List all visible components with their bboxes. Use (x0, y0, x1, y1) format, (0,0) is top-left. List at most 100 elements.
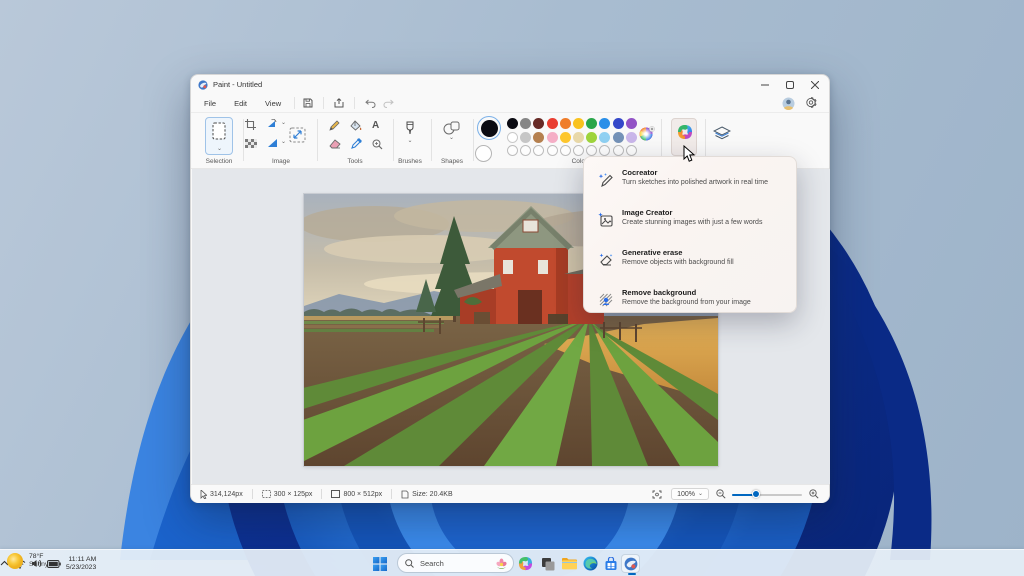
color-swatch[interactable] (626, 132, 637, 143)
color-swatch[interactable] (613, 118, 624, 129)
color-swatch[interactable] (613, 132, 624, 143)
search-placeholder: Search (420, 559, 444, 568)
windows-start-icon (373, 557, 387, 571)
menu-item-remove-background[interactable]: Remove background Remove the background … (588, 283, 792, 319)
minimize-button[interactable] (753, 75, 777, 94)
zoom-out-button[interactable] (716, 489, 726, 499)
remove-background-icon (598, 292, 614, 308)
layers-button[interactable] (713, 126, 731, 142)
taskbar-copilot-button[interactable] (516, 554, 535, 573)
color-swatch[interactable] (573, 118, 584, 129)
settings-button[interactable] (805, 97, 817, 109)
redo-icon (383, 99, 394, 108)
close-icon (811, 81, 819, 89)
empty-color-slot[interactable] (547, 145, 558, 156)
color-swatch[interactable] (586, 118, 597, 129)
empty-color-slot[interactable] (560, 145, 571, 156)
cursor-position-indicator: 314,124px (191, 485, 252, 503)
file-size-icon (401, 490, 409, 499)
taskbar-file-explorer-button[interactable] (559, 554, 578, 573)
copilot-icon (518, 556, 533, 571)
fit-to-screen-button[interactable] (643, 485, 671, 503)
status-bar: 314,124px 300 × 125px 800 × 512px Size: … (191, 484, 829, 503)
color-swatch[interactable] (573, 132, 584, 143)
sunny-weather-icon (6, 552, 24, 570)
taskbar-task-view-button[interactable] (538, 554, 557, 573)
edit-colors-button[interactable] (639, 126, 655, 142)
paint-app-icon (624, 557, 638, 571)
color-swatch[interactable] (533, 118, 544, 129)
zoom-slider[interactable] (732, 489, 802, 499)
file-explorer-icon (561, 557, 577, 570)
canvas-size-icon (331, 490, 340, 498)
canvas-size-indicator: 800 × 512px (322, 485, 391, 503)
cocreator-icon (598, 172, 614, 188)
menu-edit[interactable]: Edit (225, 96, 256, 111)
taskbar-edge-button[interactable] (581, 554, 600, 573)
menu-view[interactable]: View (256, 96, 290, 111)
zoom-slider-handle[interactable] (752, 490, 760, 498)
share-button[interactable] (330, 96, 348, 110)
color-swatch[interactable] (507, 118, 518, 129)
menu-bar: File Edit View (191, 94, 829, 113)
zoom-level-dropdown[interactable]: 100%⌄ (671, 488, 709, 500)
color-swatch[interactable] (507, 132, 518, 143)
cursor-position-icon (200, 490, 207, 499)
taskbar-paint-button-active[interactable] (621, 554, 640, 573)
redo-button[interactable] (379, 96, 397, 110)
color-swatch[interactable] (560, 118, 571, 129)
menu-item-generative-erase[interactable]: Generative erase Remove objects with bac… (588, 243, 792, 279)
empty-color-slot[interactable] (613, 145, 624, 156)
empty-color-slot[interactable] (599, 145, 610, 156)
zoom-out-icon (716, 489, 726, 499)
undo-icon (365, 99, 376, 108)
microsoft-store-icon (604, 557, 618, 571)
share-icon (334, 98, 345, 108)
color-swatch[interactable] (599, 132, 610, 143)
menu-item-image-creator[interactable]: Image Creator Create stunning images wit… (588, 203, 792, 239)
color-swatch[interactable] (599, 118, 610, 129)
color-swatch[interactable] (560, 132, 571, 143)
empty-color-slot[interactable] (586, 145, 597, 156)
menu-file[interactable]: File (195, 96, 225, 111)
color-swatch[interactable] (586, 132, 597, 143)
maximize-button[interactable] (778, 75, 802, 94)
save-icon (303, 98, 313, 108)
selection-size-icon (262, 490, 271, 498)
empty-color-slot[interactable] (626, 145, 637, 156)
undo-button[interactable] (361, 96, 379, 110)
copilot-icon (677, 124, 693, 140)
empty-color-slot[interactable] (507, 145, 518, 156)
active-app-indicator (628, 573, 636, 575)
mouse-cursor (683, 145, 696, 163)
zoom-in-button[interactable] (809, 489, 819, 499)
color-swatch[interactable] (626, 118, 637, 129)
clock-date: 5/23/2023 (66, 564, 96, 572)
color-swatch[interactable] (533, 132, 544, 143)
account-avatar[interactable] (782, 97, 795, 110)
close-button[interactable] (803, 75, 827, 94)
start-button[interactable] (370, 554, 389, 573)
taskbar-search-box[interactable]: Search (397, 553, 514, 573)
window-title: Paint - Untitled (213, 80, 262, 89)
empty-color-slot[interactable] (533, 145, 544, 156)
search-icon (405, 559, 414, 568)
color-swatch[interactable] (547, 132, 558, 143)
title-bar[interactable]: Paint - Untitled (191, 75, 829, 94)
battery-icon[interactable] (47, 560, 61, 568)
color-swatch[interactable] (547, 118, 558, 129)
taskbar-weather-widget[interactable]: 78°FSunny (6, 552, 48, 570)
empty-color-slot[interactable] (520, 145, 531, 156)
color-swatch[interactable] (520, 118, 531, 129)
save-button[interactable] (299, 96, 317, 110)
taskbar: 78°FSunny Search (0, 549, 1024, 576)
chevron-down-icon: ⌄ (698, 492, 703, 497)
empty-color-slot[interactable] (573, 145, 584, 156)
task-view-icon (541, 557, 555, 571)
color-swatch[interactable] (520, 132, 531, 143)
menu-item-cocreator[interactable]: Cocreator Turn sketches into polished ar… (588, 163, 792, 199)
taskbar-clock[interactable]: 11:11 AM 5/23/2023 (66, 556, 100, 572)
taskbar-store-button[interactable] (601, 554, 620, 573)
selection-size-indicator: 300 × 125px (253, 485, 322, 503)
image-creator-icon (598, 212, 614, 228)
